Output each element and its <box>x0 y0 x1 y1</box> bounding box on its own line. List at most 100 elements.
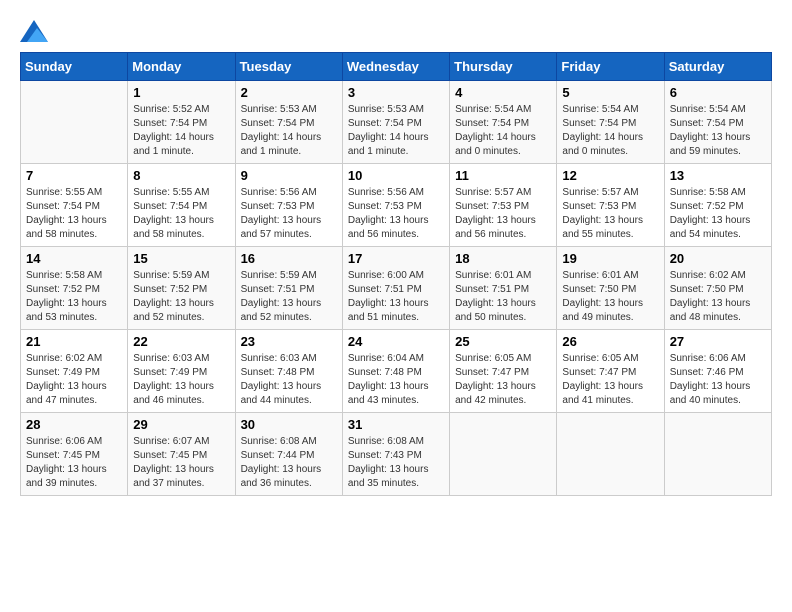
logo-icon <box>20 20 48 42</box>
day-number: 3 <box>348 85 444 100</box>
day-number: 30 <box>241 417 337 432</box>
calendar-cell: 25Sunrise: 6:05 AMSunset: 7:47 PMDayligh… <box>450 330 557 413</box>
days-header-row: SundayMondayTuesdayWednesdayThursdayFrid… <box>21 53 772 81</box>
day-info: Sunrise: 6:08 AMSunset: 7:43 PMDaylight:… <box>348 435 444 491</box>
calendar-cell: 22 Sunrise: 6:03 AMSunset: 7:49 PMDayligh… <box>128 330 235 413</box>
day-header-thursday: Thursday <box>450 53 557 81</box>
calendar-cell: 16 Sunrise: 5:59 AMSunset: 7:51 PMDayligh… <box>235 247 342 330</box>
day-number: 8 <box>133 168 229 183</box>
day-info: Sunrise: 5:53 AMSunset: 7:54 PMDaylight:… <box>348 103 444 159</box>
day-number: 29 <box>133 417 229 432</box>
day-header-wednesday: Wednesday <box>342 53 449 81</box>
day-info: Sunrise: 6:02 AMSunset: 7:49 PMDaylight:… <box>26 352 122 408</box>
day-number: 20 <box>670 251 766 266</box>
day-info: Sunrise: 5:54 AMSunset: 7:54 PMDaylight:… <box>670 103 766 159</box>
day-info: Sunrise: 5:56 AMSunset: 7:53 PMDaylight:… <box>241 186 337 242</box>
day-info: Sunrise: 5:58 AMSunset: 7:52 PMDaylight:… <box>26 269 122 325</box>
day-number: 12 <box>562 168 658 183</box>
day-info: Sunrise: 5:55 AMSunset: 7:54 PMDaylight:… <box>133 186 229 242</box>
logo <box>20 20 52 42</box>
day-number: 24 <box>348 334 444 349</box>
day-info: Sunrise: 5:56 AMSunset: 7:53 PMDaylight:… <box>348 186 444 242</box>
calendar-cell: 5 Sunrise: 5:54 AMSunset: 7:54 PMDaylight… <box>557 81 664 164</box>
week-row-5: 28Sunrise: 6:06 AMSunset: 7:45 PMDayligh… <box>21 413 772 496</box>
calendar-cell: 12 Sunrise: 5:57 AMSunset: 7:53 PMDayligh… <box>557 164 664 247</box>
calendar-cell <box>557 413 664 496</box>
day-info: Sunrise: 6:01 AMSunset: 7:50 PMDaylight:… <box>562 269 658 325</box>
calendar-cell: 20 Sunrise: 6:02 AMSunset: 7:50 PMDayligh… <box>664 247 771 330</box>
day-number: 26 <box>562 334 658 349</box>
calendar-cell: 10Sunrise: 5:56 AMSunset: 7:53 PMDayligh… <box>342 164 449 247</box>
day-info: Sunrise: 6:05 AMSunset: 7:47 PMDaylight:… <box>562 352 658 408</box>
calendar-cell: 31Sunrise: 6:08 AMSunset: 7:43 PMDayligh… <box>342 413 449 496</box>
calendar-cell: 30 Sunrise: 6:08 AMSunset: 7:44 PMDayligh… <box>235 413 342 496</box>
calendar-cell: 28Sunrise: 6:06 AMSunset: 7:45 PMDayligh… <box>21 413 128 496</box>
day-info: Sunrise: 5:54 AMSunset: 7:54 PMDaylight:… <box>455 103 551 159</box>
day-number: 13 <box>670 168 766 183</box>
calendar-cell: 6Sunrise: 5:54 AMSunset: 7:54 PMDaylight… <box>664 81 771 164</box>
day-info: Sunrise: 5:59 AMSunset: 7:51 PMDaylight:… <box>241 269 337 325</box>
day-info: Sunrise: 5:57 AMSunset: 7:53 PMDaylight:… <box>455 186 551 242</box>
week-row-3: 14 Sunrise: 5:58 AMSunset: 7:52 PMDayligh… <box>21 247 772 330</box>
day-number: 2 <box>241 85 337 100</box>
calendar-cell: 11Sunrise: 5:57 AMSunset: 7:53 PMDayligh… <box>450 164 557 247</box>
calendar-cell: 27 Sunrise: 6:06 AMSunset: 7:46 PMDayligh… <box>664 330 771 413</box>
calendar-cell: 8 Sunrise: 5:55 AMSunset: 7:54 PMDaylight… <box>128 164 235 247</box>
day-number: 18 <box>455 251 551 266</box>
calendar-cell: 29 Sunrise: 6:07 AMSunset: 7:45 PMDayligh… <box>128 413 235 496</box>
day-info: Sunrise: 6:00 AMSunset: 7:51 PMDaylight:… <box>348 269 444 325</box>
calendar-cell: 3 Sunrise: 5:53 AMSunset: 7:54 PMDaylight… <box>342 81 449 164</box>
calendar-cell <box>450 413 557 496</box>
day-info: Sunrise: 6:08 AMSunset: 7:44 PMDaylight:… <box>241 435 337 491</box>
calendar-cell: 19 Sunrise: 6:01 AMSunset: 7:50 PMDayligh… <box>557 247 664 330</box>
day-number: 5 <box>562 85 658 100</box>
calendar-cell: 7 Sunrise: 5:55 AMSunset: 7:54 PMDaylight… <box>21 164 128 247</box>
calendar-cell: 9 Sunrise: 5:56 AMSunset: 7:53 PMDaylight… <box>235 164 342 247</box>
day-header-sunday: Sunday <box>21 53 128 81</box>
day-info: Sunrise: 5:57 AMSunset: 7:53 PMDaylight:… <box>562 186 658 242</box>
week-row-1: 1Sunrise: 5:52 AMSunset: 7:54 PMDaylight… <box>21 81 772 164</box>
calendar-cell: 14 Sunrise: 5:58 AMSunset: 7:52 PMDayligh… <box>21 247 128 330</box>
day-info: Sunrise: 6:02 AMSunset: 7:50 PMDaylight:… <box>670 269 766 325</box>
calendar-cell: 1Sunrise: 5:52 AMSunset: 7:54 PMDaylight… <box>128 81 235 164</box>
day-info: Sunrise: 6:04 AMSunset: 7:48 PMDaylight:… <box>348 352 444 408</box>
day-info: Sunrise: 5:52 AMSunset: 7:54 PMDaylight:… <box>133 103 229 159</box>
day-info: Sunrise: 5:54 AMSunset: 7:54 PMDaylight:… <box>562 103 658 159</box>
calendar-cell: 17 Sunrise: 6:00 AMSunset: 7:51 PMDayligh… <box>342 247 449 330</box>
day-number: 22 <box>133 334 229 349</box>
day-number: 15 <box>133 251 229 266</box>
day-number: 17 <box>348 251 444 266</box>
day-number: 27 <box>670 334 766 349</box>
day-number: 19 <box>562 251 658 266</box>
day-number: 16 <box>241 251 337 266</box>
calendar-cell: 4 Sunrise: 5:54 AMSunset: 7:54 PMDaylight… <box>450 81 557 164</box>
calendar-cell <box>21 81 128 164</box>
page-header <box>20 20 772 42</box>
day-info: Sunrise: 6:03 AMSunset: 7:49 PMDaylight:… <box>133 352 229 408</box>
day-header-tuesday: Tuesday <box>235 53 342 81</box>
day-info: Sunrise: 5:58 AMSunset: 7:52 PMDaylight:… <box>670 186 766 242</box>
day-info: Sunrise: 5:53 AMSunset: 7:54 PMDaylight:… <box>241 103 337 159</box>
calendar-cell: 21 Sunrise: 6:02 AMSunset: 7:49 PMDayligh… <box>21 330 128 413</box>
day-info: Sunrise: 6:01 AMSunset: 7:51 PMDaylight:… <box>455 269 551 325</box>
day-info: Sunrise: 5:55 AMSunset: 7:54 PMDaylight:… <box>26 186 122 242</box>
day-number: 21 <box>26 334 122 349</box>
day-info: Sunrise: 5:59 AMSunset: 7:52 PMDaylight:… <box>133 269 229 325</box>
week-row-4: 21 Sunrise: 6:02 AMSunset: 7:49 PMDayligh… <box>21 330 772 413</box>
day-info: Sunrise: 6:07 AMSunset: 7:45 PMDaylight:… <box>133 435 229 491</box>
day-number: 7 <box>26 168 122 183</box>
day-info: Sunrise: 6:05 AMSunset: 7:47 PMDaylight:… <box>455 352 551 408</box>
day-number: 9 <box>241 168 337 183</box>
calendar-cell: 18 Sunrise: 6:01 AMSunset: 7:51 PMDayligh… <box>450 247 557 330</box>
calendar-cell: 23Sunrise: 6:03 AMSunset: 7:48 PMDayligh… <box>235 330 342 413</box>
calendar-cell: 2 Sunrise: 5:53 AMSunset: 7:54 PMDaylight… <box>235 81 342 164</box>
day-number: 14 <box>26 251 122 266</box>
day-header-monday: Monday <box>128 53 235 81</box>
day-header-saturday: Saturday <box>664 53 771 81</box>
day-header-friday: Friday <box>557 53 664 81</box>
calendar-cell <box>664 413 771 496</box>
day-number: 4 <box>455 85 551 100</box>
day-info: Sunrise: 6:06 AMSunset: 7:46 PMDaylight:… <box>670 352 766 408</box>
calendar-cell: 15 Sunrise: 5:59 AMSunset: 7:52 PMDayligh… <box>128 247 235 330</box>
day-info: Sunrise: 6:03 AMSunset: 7:48 PMDaylight:… <box>241 352 337 408</box>
